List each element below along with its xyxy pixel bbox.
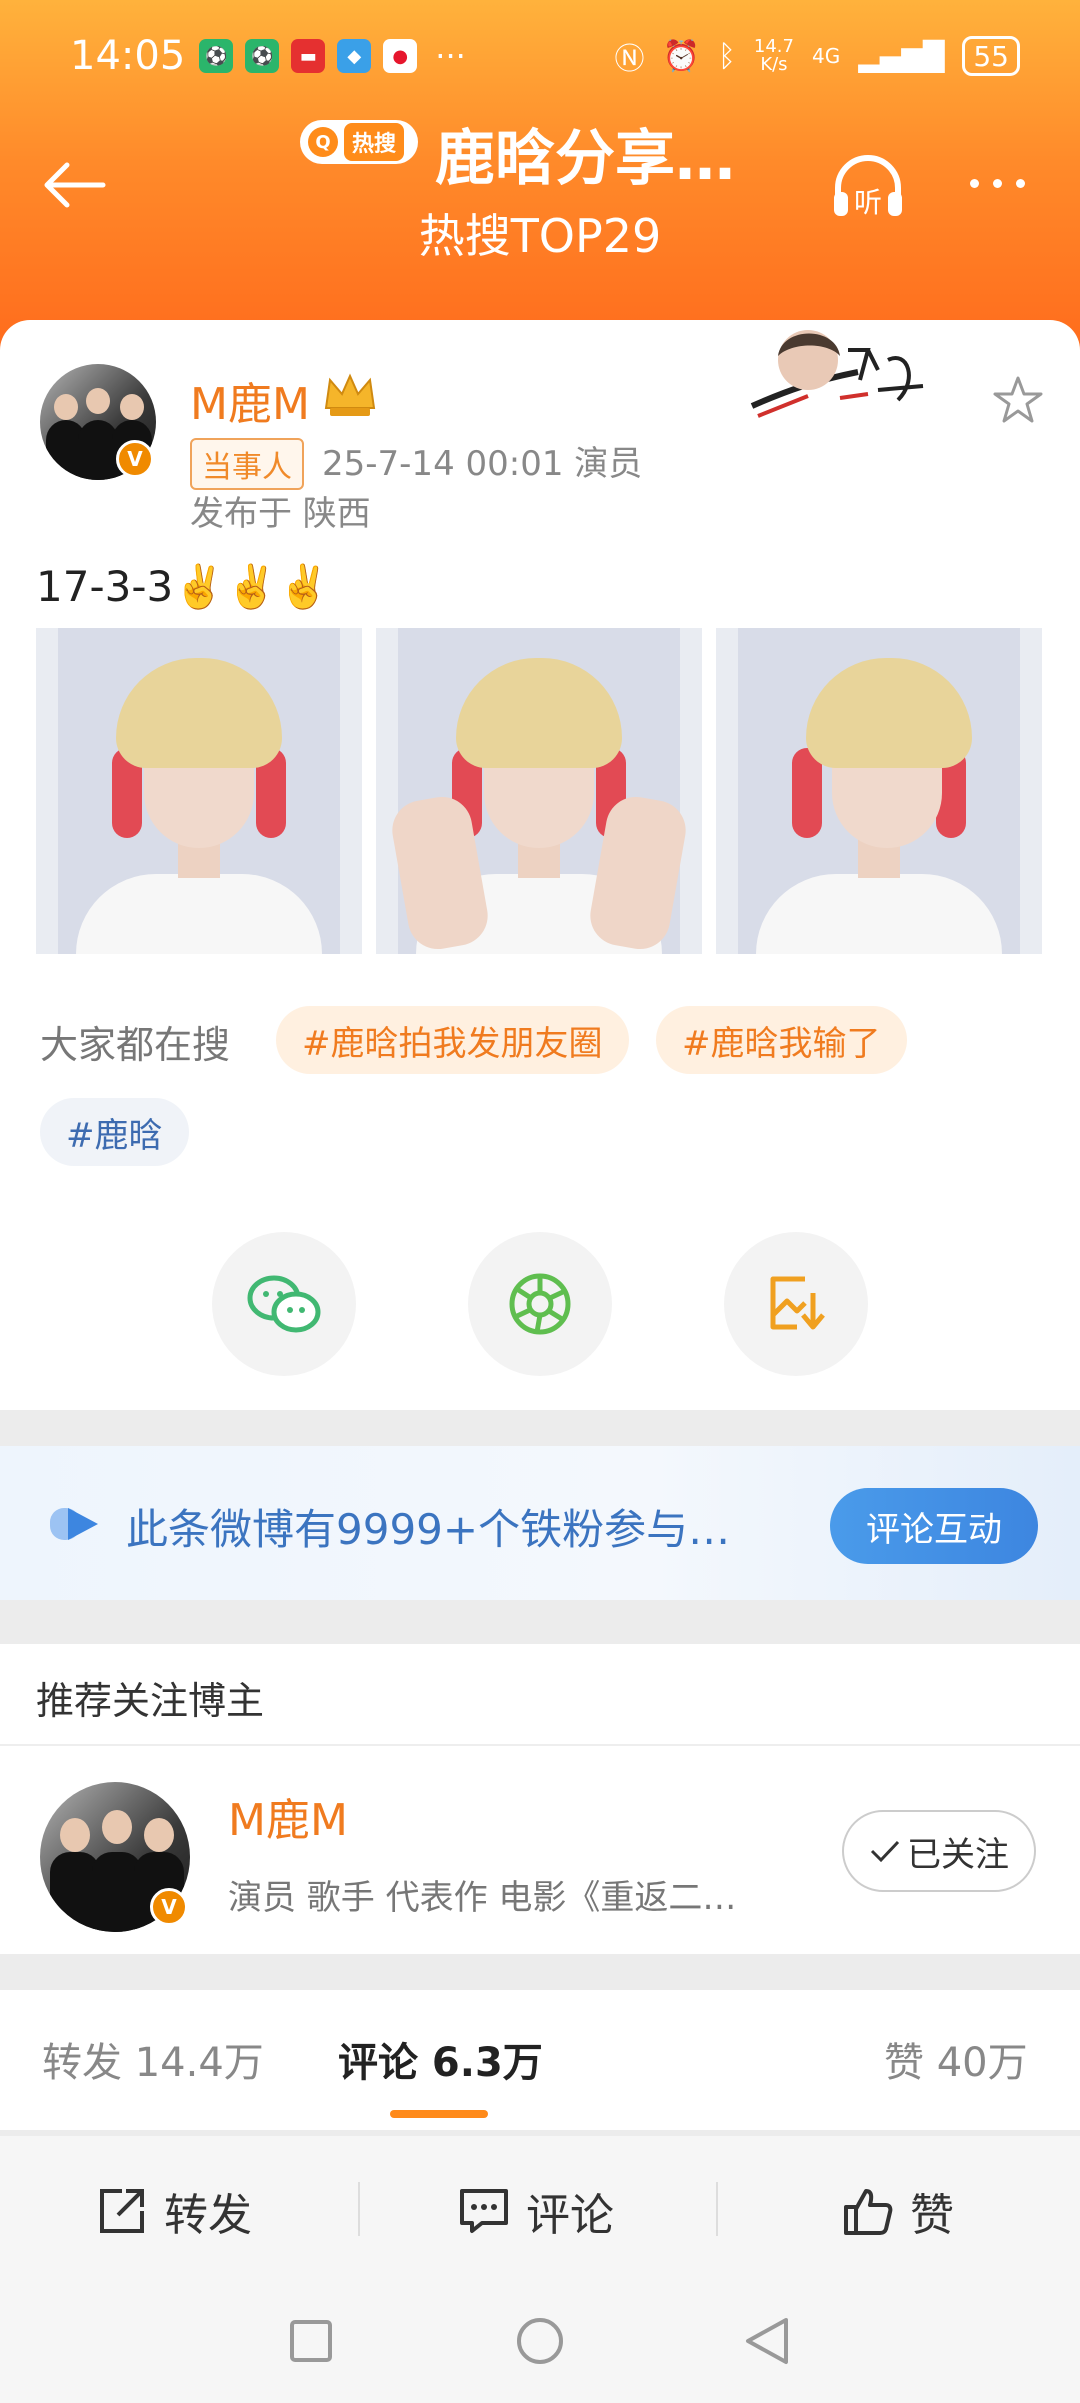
recommend-heading: 推荐关注博主 [36,1679,265,1723]
thumbs-up-icon [844,2189,893,2235]
post-location: 发布于 陕西 [190,494,371,534]
action-bar: 转发 评论 赞 [0,2136,1080,2286]
star-icon [993,376,1043,423]
repost-icon [100,2189,144,2233]
search-icon: Q [308,127,338,157]
post-text: 17-3-3✌️✌️✌️ [36,562,331,611]
svg-text:听: 听 [854,186,882,219]
divider [716,2182,718,2236]
check-icon [870,1840,900,1863]
hot-search-tag[interactable]: #鹿晗拍我发朋友圈 [276,1006,629,1074]
recommend-desc: 演员 歌手 代表作 电影《重返二… [228,1878,737,1918]
comment-icon [460,2189,508,2233]
app-notification-icon: ▬ [291,39,326,73]
recommend-section: 推荐关注博主 V M鹿M 演员 歌手 代表作 电影《重返二… 已关注 [0,1644,1080,1954]
like-button[interactable]: 赞 [842,2176,954,2246]
comment-button[interactable]: 评论 [458,2176,614,2246]
app-notification-icon: ⚽ [199,39,234,73]
comment-interact-button[interactable]: 评论互动 [830,1488,1038,1564]
hot-rank: 热搜TOP29 [418,209,662,263]
system-navbar [0,2286,1080,2403]
tab-comment-count[interactable]: 评论 6.3万 [338,2030,543,2088]
count-tabs: 转发 14.4万 评论 6.3万 赞 40万 [0,1990,1080,2130]
status-time: 14:05 [70,33,186,79]
hot-search-tag[interactable]: #鹿晗我输了 [656,1006,907,1074]
followed-button[interactable]: 已关注 [842,1810,1036,1892]
post-image[interactable] [376,628,702,954]
recents-icon[interactable] [288,2318,334,2364]
hot-search-badge: Q 热搜 [300,120,419,164]
author-name[interactable]: M鹿M [190,368,310,432]
battery-icon: 55 [962,36,1020,76]
more-notifications-icon: ··· [435,37,466,75]
tab-repost-count[interactable]: 转发 14.4万 [42,2030,264,2088]
fan-banner-text: 此条微博有9999+个铁粉参与… [126,1505,731,1554]
post-image[interactable] [36,628,362,954]
hot-search-label: 热搜 [344,123,405,161]
signal-icon: ▂▄▆█ [858,39,945,73]
more-button[interactable] [970,168,1040,198]
save-image-button[interactable] [724,1232,868,1376]
favorite-button[interactable] [990,372,1046,428]
search-label: 大家都在搜 [40,1023,231,1067]
divider [358,2182,360,2236]
active-tab-indicator [390,2110,488,2118]
repost-button[interactable]: 转发 [96,2176,252,2246]
share-wechat-button[interactable] [212,1232,356,1376]
app-notification-icon: ⚽ [245,39,280,73]
alarm-icon: ⏰ [662,38,700,74]
post-meta: 25-7-14 00:01 演员 [322,444,643,484]
app-notification-icon: ◆ [337,39,372,73]
play-icon [50,1508,98,1540]
home-icon[interactable] [515,2316,565,2366]
signature-sticker [750,330,924,418]
status-bar: 14:05 ⚽ ⚽ ▬ ◆ ● ··· Ⓝ ⏰ ᛒ 14.7 K/s 4G ▂▄▆… [70,28,1020,84]
weibo-notification-icon: ● [383,39,418,73]
share-moments-button[interactable] [468,1232,612,1376]
recommend-name[interactable]: M鹿M [228,1784,348,1848]
tab-like-count[interactable]: 赞 40万 [884,2030,1028,2088]
topic-tag[interactable]: #鹿晗 [40,1098,189,1166]
verified-icon: V [116,440,154,478]
wechat-icon [247,1275,321,1333]
crown-icon [324,373,376,416]
post-card: V M鹿M 当事人 25-7-14 00:01 演员 发布于 陕西 17-3-3… [0,320,1080,1410]
listen-button[interactable]: 听 [828,148,908,228]
nfc-icon: Ⓝ [614,42,645,77]
back-nav-icon[interactable] [742,2316,792,2366]
verified-icon: V [150,1888,188,1926]
bluetooth-icon: ᛒ [717,38,736,74]
moments-icon [509,1273,571,1335]
headphones-icon: 听 [834,155,902,219]
post-image[interactable] [716,628,1042,954]
save-image-icon [770,1276,825,1330]
header: 14:05 ⚽ ⚽ ▬ ◆ ● ··· Ⓝ ⏰ ᛒ 14.7 K/s 4G ▂▄▆… [0,0,1080,360]
fan-banner[interactable]: 此条微博有9999+个铁粉参与… 评论互动 [0,1446,1080,1600]
party-tag: 当事人 [190,438,304,490]
divider [0,1744,1080,1746]
network-type: 4G [811,44,841,68]
page-title: 鹿晗分享… [435,124,735,194]
follow-label: 已关注 [907,1834,1009,1875]
net-speed: 14.7 K/s [753,36,794,75]
